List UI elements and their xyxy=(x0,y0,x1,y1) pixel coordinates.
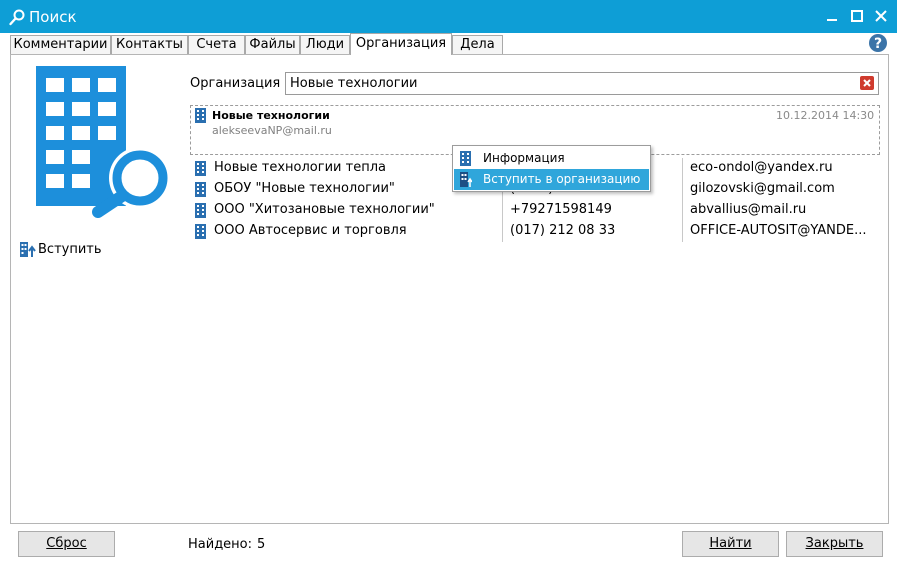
org-email: OFFICE-AUTOSIT@YANDE... xyxy=(690,223,867,238)
close-label: Закрыть xyxy=(805,536,864,551)
organization-label: Организация xyxy=(190,76,281,91)
org-email: abvallius@mail.ru xyxy=(690,202,807,217)
maximize-icon[interactable] xyxy=(848,7,866,25)
selected-date: 10.12.2014 14:30 xyxy=(776,109,875,122)
table-row[interactable]: ООО Автосервис и торговля (017) 212 08 3… xyxy=(190,221,880,242)
join-organization-icon xyxy=(20,241,36,257)
find-button[interactable]: Найти xyxy=(682,531,779,557)
table-row[interactable]: ООО "Хитозановые технологии" +7927159814… xyxy=(190,200,880,221)
svg-text:?: ? xyxy=(874,36,882,52)
menu-item-join-organization[interactable]: Вступить в организацию xyxy=(454,169,649,190)
close-icon[interactable] xyxy=(872,7,890,25)
tab-files[interactable]: Файлы xyxy=(245,35,300,54)
window-title: Поиск xyxy=(29,8,77,26)
column-divider xyxy=(682,200,683,221)
join-organization-icon xyxy=(460,172,472,187)
menu-item-info[interactable]: Информация xyxy=(454,148,649,169)
reset-button[interactable]: Сброс xyxy=(18,531,115,557)
column-divider xyxy=(682,179,683,200)
found-label: Найдено: xyxy=(188,537,253,552)
context-menu: Информация Вступить в организацию xyxy=(452,145,651,192)
org-name: ОБОУ "Новые технологии" xyxy=(214,181,395,196)
tab-strip: Комментарии Контакты Счета Файлы Люди Ор… xyxy=(10,33,890,55)
close-button[interactable]: Закрыть xyxy=(786,531,883,557)
org-phone: +79271598149 xyxy=(510,202,612,217)
organization-search-input[interactable]: Новые технологии xyxy=(285,72,879,95)
tab-contacts[interactable]: Контакты xyxy=(111,35,188,54)
clear-icon[interactable] xyxy=(860,76,874,90)
building-icon xyxy=(460,151,471,166)
column-divider xyxy=(682,221,683,242)
tab-organization[interactable]: Организация xyxy=(350,33,452,55)
org-name: ООО Автосервис и торговля xyxy=(214,223,407,238)
menu-item-label: Вступить в организацию xyxy=(483,172,641,186)
selected-email: alekseevaNP@mail.ru xyxy=(212,124,332,137)
help-icon[interactable]: ? xyxy=(868,33,888,53)
building-search-icon xyxy=(36,66,171,218)
join-button[interactable]: Вступить xyxy=(19,240,102,258)
reset-label: Сброс xyxy=(46,536,87,551)
tab-invoices[interactable]: Счета xyxy=(188,35,245,54)
column-divider xyxy=(502,200,503,221)
org-email: eco-ondol@yandex.ru xyxy=(690,160,833,175)
column-divider xyxy=(682,158,683,179)
tab-tasks[interactable]: Дела xyxy=(452,35,503,54)
menu-item-label: Информация xyxy=(483,151,565,165)
find-label: Найти xyxy=(709,536,752,551)
org-name: ООО "Хитозановые технологии" xyxy=(214,202,435,217)
org-name: Новые технологии тепла xyxy=(214,160,386,175)
selected-name: Новые технологии xyxy=(212,109,330,122)
org-phone: (017) 212 08 33 xyxy=(510,223,616,238)
found-count: 5 xyxy=(257,537,266,552)
building-icon xyxy=(195,224,206,239)
minimize-icon[interactable] xyxy=(823,7,841,25)
tab-comments[interactable]: Комментарии xyxy=(10,35,111,54)
building-icon xyxy=(195,108,206,123)
join-label: Вступить xyxy=(38,241,102,257)
search-icon xyxy=(9,9,25,26)
tab-people[interactable]: Люди xyxy=(300,35,350,54)
column-divider xyxy=(502,221,503,242)
building-icon xyxy=(195,161,206,176)
building-icon xyxy=(195,182,206,197)
title-bar: Поиск xyxy=(0,0,897,33)
org-email: gilozovski@gmail.com xyxy=(690,181,835,196)
building-icon xyxy=(195,203,206,218)
